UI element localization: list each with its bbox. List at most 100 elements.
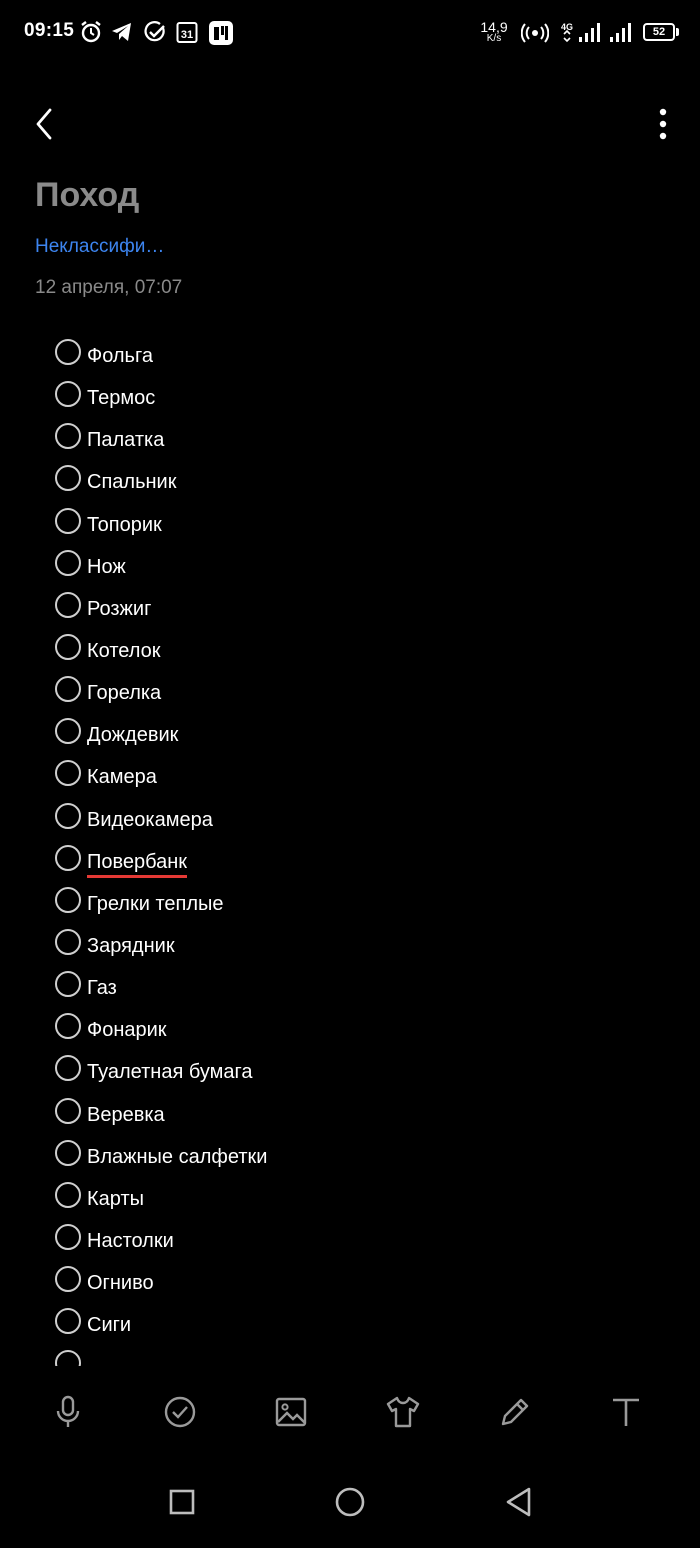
checklist-item: Нож xyxy=(0,543,700,585)
task-check-icon xyxy=(143,20,167,44)
checklist-item-text[interactable]: Нож xyxy=(87,556,126,579)
checkbox-circle-icon[interactable] xyxy=(55,1181,81,1208)
checkbox-circle-icon[interactable] xyxy=(55,1308,81,1335)
checkbox-circle-icon[interactable] xyxy=(55,928,81,955)
checkbox-circle-icon[interactable] xyxy=(55,549,81,576)
network-speed-value: 14,9 xyxy=(480,19,508,35)
checklist-item-text[interactable]: Карты xyxy=(87,1188,144,1211)
status-time: 09:15 xyxy=(24,20,75,41)
battery-indicator: 52 xyxy=(643,23,675,41)
checklist-item-text[interactable]: Розжиг xyxy=(87,598,151,621)
pencil-icon xyxy=(501,1398,529,1426)
checkbox-circle-icon[interactable] xyxy=(55,1139,81,1166)
checklist-item-text[interactable]: Дождевик xyxy=(87,724,178,747)
checklist-item: Видеокамера xyxy=(0,796,700,838)
checklist-item: Газ xyxy=(0,964,700,1006)
checklist-item-text[interactable]: Влажные салфетки xyxy=(87,1146,267,1169)
checklist-item: Влажные салфетки xyxy=(0,1133,700,1175)
checklist-item: Фонарик xyxy=(0,1006,700,1048)
circle-icon xyxy=(335,1487,365,1517)
checkbox-circle-icon[interactable] xyxy=(55,844,81,871)
checkbox-circle-icon[interactable] xyxy=(55,718,81,745)
checklist-item-text[interactable]: Зарядник xyxy=(87,935,175,958)
nav-back-button[interactable] xyxy=(498,1482,538,1522)
shirt-icon xyxy=(386,1396,420,1428)
checkbox-circle-icon[interactable] xyxy=(55,760,81,787)
checklist-item-text[interactable]: Видеокамера xyxy=(87,809,213,832)
signal-1-icon xyxy=(578,21,604,43)
more-vertical-icon xyxy=(659,108,667,140)
checklist-item: Горелка xyxy=(0,669,700,711)
alarm-icon xyxy=(80,20,102,44)
checklist-item: Настолки xyxy=(0,1217,700,1259)
microphone-icon xyxy=(56,1395,80,1427)
note-title[interactable]: Поход xyxy=(35,176,139,215)
checkbox-circle-icon[interactable] xyxy=(55,1097,81,1124)
checklist-item: Повербанк xyxy=(0,838,700,880)
checklist-item-text[interactable]: Огниво xyxy=(87,1272,154,1295)
calendar-icon: 31 xyxy=(176,20,198,44)
checklist-item: Топорик xyxy=(0,501,700,543)
checklist-item-text[interactable]: Грелки теплые xyxy=(87,893,224,916)
text-format-icon xyxy=(613,1398,639,1426)
checkbox-circle-icon[interactable] xyxy=(55,886,81,913)
checklist-item-text[interactable]: Фонарик xyxy=(87,1019,167,1042)
checkbox-circle-icon[interactable] xyxy=(55,1223,81,1250)
checklist-item-text[interactable]: Сиги xyxy=(87,1314,131,1337)
checkbox-circle-icon[interactable] xyxy=(55,381,81,408)
checklist-item: Розжиг xyxy=(0,585,700,627)
signal-2-icon xyxy=(609,21,635,43)
checklist-item-text[interactable]: Фольга xyxy=(87,345,153,368)
checkbox-circle-icon[interactable] xyxy=(55,1266,81,1293)
checklist-item: Зарядник xyxy=(0,922,700,964)
more-options-button[interactable] xyxy=(648,104,678,144)
checklist-item: Карты xyxy=(0,1175,700,1217)
telegram-icon xyxy=(110,20,134,44)
checklist-item-text[interactable]: Топорик xyxy=(87,514,162,537)
back-button[interactable] xyxy=(30,102,70,146)
checklist-item-text[interactable]: Камера xyxy=(87,766,157,789)
checklist-item-text[interactable]: Веревка xyxy=(87,1104,165,1127)
network-speed: 14,9 K/s xyxy=(478,20,510,44)
checklist-item-text[interactable]: Повербанк xyxy=(87,851,188,878)
checklist-item xyxy=(0,1343,700,1366)
handwriting-button[interactable] xyxy=(495,1392,535,1432)
checklist-button[interactable] xyxy=(160,1392,200,1432)
checklist-item-text[interactable]: Спальник xyxy=(87,471,176,494)
home-button[interactable] xyxy=(330,1482,370,1522)
checklist-item-text[interactable]: Настолки xyxy=(87,1230,174,1253)
checkbox-circle-icon[interactable] xyxy=(55,465,81,492)
voice-input-button[interactable] xyxy=(48,1392,88,1432)
checklist-item-text[interactable]: Котелок xyxy=(87,640,161,663)
image-icon xyxy=(275,1397,307,1427)
checklist-item-text[interactable]: Горелка xyxy=(87,682,161,705)
theme-button[interactable] xyxy=(383,1392,423,1432)
recents-button[interactable] xyxy=(162,1482,202,1522)
checkbox-circle-icon[interactable] xyxy=(55,802,81,829)
checklist-item: Грелки теплые xyxy=(0,880,700,922)
checkbox-circle-icon[interactable] xyxy=(55,339,81,365)
checklist-item: Фольга xyxy=(0,332,700,374)
back-arrow-icon xyxy=(36,108,52,140)
checklist-item-text[interactable]: Палатка xyxy=(87,429,164,452)
checkbox-circle-icon[interactable] xyxy=(55,1350,81,1366)
checkbox-circle-icon[interactable] xyxy=(55,676,81,703)
checklist-item: Дождевик xyxy=(0,711,700,753)
hotspot-icon xyxy=(521,22,549,44)
checklist-item-text[interactable]: Газ xyxy=(87,977,117,1000)
note-category-link[interactable]: Неклассифи… xyxy=(35,236,164,258)
text-format-button[interactable] xyxy=(606,1392,646,1432)
checklist-item-text[interactable]: Термос xyxy=(87,387,155,410)
checklist-item: Палатка xyxy=(0,416,700,458)
checkbox-circle-icon[interactable] xyxy=(55,507,81,534)
checkbox-circle-icon[interactable] xyxy=(55,1055,81,1082)
status-bar: 09:15 31 14,9 K/s 4G 52 xyxy=(0,0,700,66)
insert-image-button[interactable] xyxy=(271,1392,311,1432)
checkbox-circle-icon[interactable] xyxy=(55,633,81,660)
checkbox-circle-icon[interactable] xyxy=(55,423,81,450)
checkbox-circle-icon[interactable] xyxy=(55,591,81,618)
checkbox-circle-icon[interactable] xyxy=(55,1013,81,1040)
checklist-item-text[interactable]: Туалетная бумага xyxy=(87,1061,252,1084)
checkbox-circle-icon[interactable] xyxy=(55,971,81,998)
triangle-back-icon xyxy=(506,1487,531,1517)
